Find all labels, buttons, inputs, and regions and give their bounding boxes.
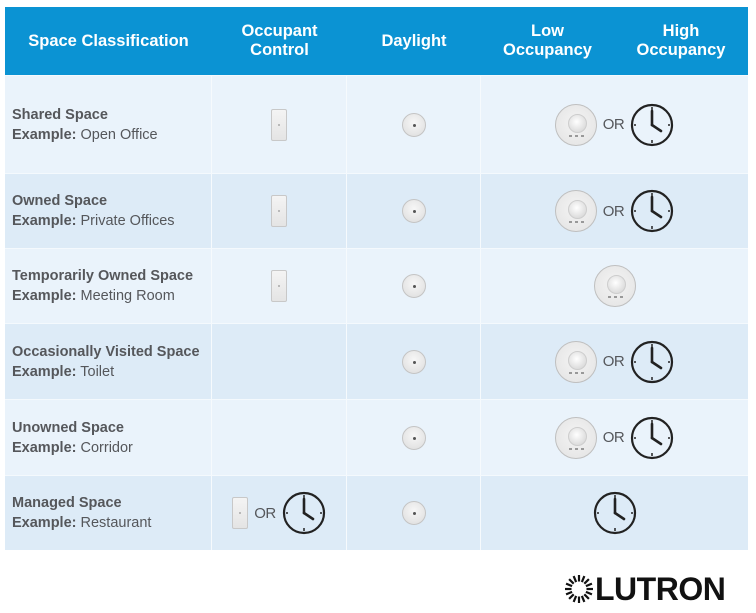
space-example: Example: Restaurant — [12, 513, 151, 533]
space-name: Temporarily Owned Space — [12, 268, 194, 284]
occupancy-cell — [481, 476, 748, 550]
table-row: Occasionally Visited Space Example: Toile… — [5, 323, 748, 399]
space-classification-cell: Shared Space Example: Open Office — [5, 76, 212, 173]
space-example: Example: Private Offices — [12, 211, 175, 231]
example-label: Example: — [12, 515, 77, 531]
space-classification-table: Space Classification Occupant Control Day… — [5, 7, 748, 550]
occupant-control-cell: OR — [212, 476, 347, 550]
time-clock-icon — [631, 103, 674, 146]
daylight-sensor-icon — [401, 349, 426, 374]
daylight-cell — [347, 324, 481, 399]
time-clock-icon — [631, 189, 674, 233]
example-value: Private Offices — [80, 213, 175, 229]
example-value: Meeting Room — [80, 288, 175, 304]
lutron-burst-icon — [565, 575, 593, 603]
header-label: Space Classification — [28, 31, 189, 50]
daylight-sensor-icon — [401, 199, 426, 223]
space-name: Owned Space — [12, 193, 108, 209]
or-label: OR — [602, 202, 625, 220]
wall-switch-icon — [271, 270, 287, 302]
occupancy-sensor-icon — [554, 416, 597, 459]
table-row: Temporarily Owned Space Example: Meeting … — [5, 248, 748, 323]
occupancy-sensor-icon — [554, 340, 597, 383]
table-body: Shared Space Example: Open Office OR Owned … — [5, 75, 748, 550]
space-classification-cell: Occasionally Visited Space Example: Toile… — [5, 324, 212, 399]
or-label: OR — [602, 353, 625, 370]
space-classification-cell: Temporarily Owned Space Example: Meeting … — [5, 249, 212, 323]
daylight-cell — [347, 174, 481, 248]
space-name: Occasionally Visited Space — [12, 343, 200, 360]
occupancy-sensor-icon — [554, 190, 597, 232]
space-classification-cell: Owned Space Example: Private Offices — [5, 174, 212, 248]
daylight-cell — [347, 400, 481, 475]
time-clock-icon — [593, 491, 636, 535]
table-row: Owned Space Example: Private Offices OR — [5, 173, 748, 248]
space-example: Example: Meeting Room — [12, 286, 175, 306]
wall-switch-icon — [271, 108, 287, 141]
occupant-control-cell — [212, 76, 347, 173]
lutron-logo: LUTRON — [564, 571, 726, 607]
occupancy-cell: OR — [481, 324, 748, 399]
occupant-control-cell — [212, 400, 347, 475]
table-row: Managed Space Example: Restaurant OR — [5, 475, 748, 550]
daylight-sensor-icon — [401, 501, 426, 525]
example-label: Example: — [12, 439, 77, 456]
wall-switch-icon — [271, 195, 287, 227]
header-occupant-control: Occupant Control — [212, 7, 347, 75]
time-clock-icon — [631, 416, 674, 459]
space-example: Example: Toilet — [12, 362, 114, 382]
header-label: High Occupancy — [636, 22, 726, 59]
example-value: Toilet — [80, 363, 115, 380]
space-classification-cell: Unowned Space Example: Corridor — [5, 400, 212, 475]
space-classification-cell: Managed Space Example: Restaurant — [5, 476, 212, 550]
occupancy-sensor-icon — [554, 103, 597, 146]
occupant-control-cell — [212, 249, 347, 323]
header-label: Occupant Control — [241, 22, 318, 59]
example-value: Restaurant — [80, 515, 152, 531]
time-clock-icon — [282, 491, 325, 535]
example-value: Corridor — [80, 439, 133, 456]
or-label: OR — [602, 429, 625, 446]
header-label: Low Occupancy — [503, 22, 592, 59]
table-header: Space Classification Occupant Control Day… — [5, 7, 748, 75]
space-example: Example: Corridor — [12, 438, 133, 458]
daylight-cell — [347, 476, 481, 550]
header-high-occupancy: High Occupancy — [614, 7, 748, 75]
occupancy-cell — [481, 249, 748, 323]
example-label: Example: — [12, 363, 77, 380]
example-label: Example: — [12, 213, 77, 229]
occupancy-cell: OR — [481, 400, 748, 475]
daylight-cell — [347, 249, 481, 323]
daylight-sensor-icon — [401, 274, 426, 298]
header-label: Daylight — [381, 31, 447, 50]
occupant-control-cell — [212, 174, 347, 248]
logo-text: LUTRON — [595, 571, 726, 607]
space-example: Example: Open Office — [12, 125, 158, 145]
space-name: Managed Space — [12, 495, 122, 511]
example-label: Example: — [12, 288, 77, 304]
example-value: Open Office — [80, 126, 158, 143]
table-row: Shared Space Example: Open Office OR — [5, 75, 748, 173]
table-row: Unowned Space Example: Corridor OR — [5, 399, 748, 475]
daylight-sensor-icon — [401, 112, 426, 137]
header-low-occupancy: Low Occupancy — [481, 7, 614, 75]
occupant-control-cell — [212, 324, 347, 399]
space-name: Unowned Space — [12, 419, 124, 436]
time-clock-icon — [631, 340, 674, 383]
header-space-classification: Space Classification — [5, 7, 212, 75]
occupancy-sensor-icon — [593, 265, 636, 307]
or-label: OR — [602, 116, 625, 133]
daylight-sensor-icon — [401, 425, 426, 450]
wall-switch-icon — [232, 497, 249, 529]
header-daylight: Daylight — [347, 7, 481, 75]
or-label: OR — [254, 504, 276, 522]
example-label: Example: — [12, 126, 77, 143]
daylight-cell — [347, 76, 481, 173]
space-name: Shared Space — [12, 106, 108, 123]
occupancy-cell: OR — [481, 174, 748, 248]
occupancy-cell: OR — [481, 76, 748, 173]
